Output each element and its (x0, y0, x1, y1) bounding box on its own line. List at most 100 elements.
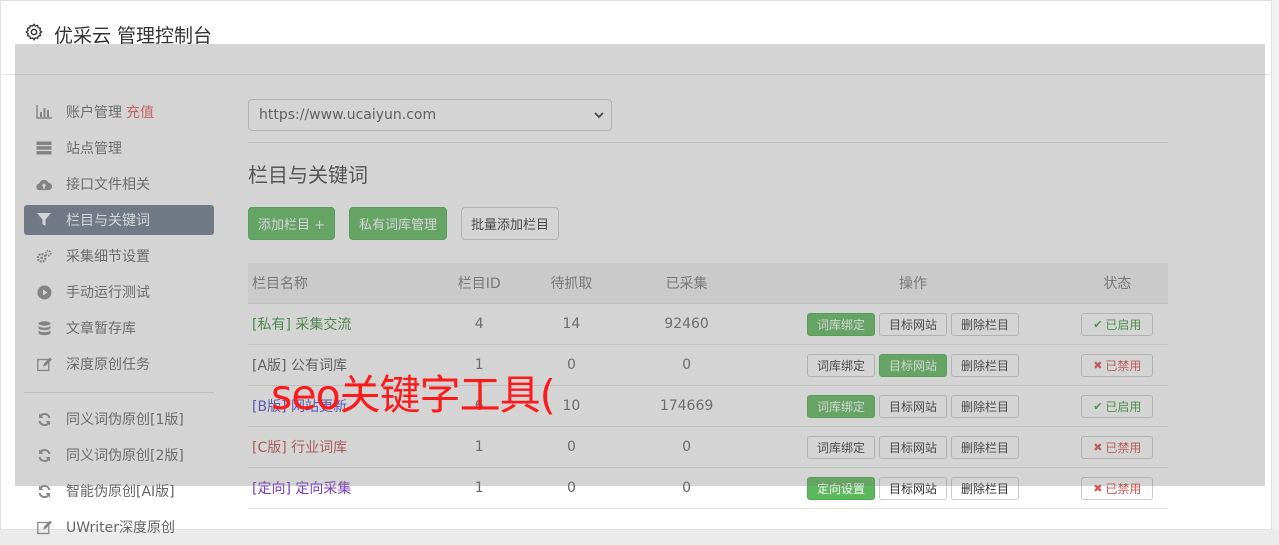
target-site-button[interactable]: 目标网站 (879, 394, 948, 418)
sidebar-item-uwriter[interactable]: UWriter深度原创 (24, 509, 214, 545)
bind-lib-button[interactable]: 词库绑定 (807, 312, 876, 336)
sidebar-item-synonym-v2[interactable]: 同义词伪原创[2版] (24, 437, 214, 473)
section-title: 栏目与关键词 (248, 163, 368, 187)
state-toggle-button[interactable]: ✖ 已禁用 (1081, 435, 1154, 459)
sidebar-item-synonym-v1[interactable]: 同义词伪原创[1版] (24, 401, 214, 437)
target-site-button[interactable]: 目标网站 (879, 476, 948, 500)
sidebar-item-label: 同义词伪原创[2版] (66, 448, 184, 464)
close-icon: ✖ (1093, 440, 1103, 454)
sidebar-item-label: 栏目与关键词 (66, 213, 150, 229)
sidebar-item-label: 手动运行测试 (66, 285, 150, 301)
sidebar-item-label: 智能伪原创[AI版] (66, 484, 175, 500)
state-toggle-button[interactable]: ✔ 已启用 (1081, 312, 1154, 336)
bind-lib-button[interactable]: 词库绑定 (807, 394, 876, 418)
collected-count: 0 (613, 426, 760, 468)
table-row: [C版] 行业词库 1 0 0 词库绑定 目标网站 删除栏目 ✖ 已禁用 (248, 426, 1168, 468)
cloud-upload-icon (36, 176, 52, 192)
column-name-link[interactable]: [C版] 行业词库 (248, 426, 430, 468)
state-label: 已禁用 (1105, 358, 1142, 373)
sidebar-item-sites[interactable]: 站点管理 (24, 130, 214, 166)
delete-column-button[interactable]: 删除栏目 (951, 435, 1020, 459)
column-name-link[interactable]: [私有] 采集交流 (248, 303, 430, 345)
column-id: 1 (429, 426, 530, 468)
bind-lib-button[interactable]: 定向设置 (807, 476, 876, 500)
bind-lib-button[interactable]: 词库绑定 (807, 435, 876, 459)
batch-add-button[interactable]: 批量添加栏目 (461, 207, 560, 240)
header-name: 栏目名称 (248, 263, 430, 304)
sidebar-item-label: UWriter深度原创 (66, 520, 175, 536)
main-content: https://www.ucaiyun.com 栏目与关键词 添加栏目 + 私有… (248, 99, 1168, 509)
table-row: [定向] 定向采集 1 0 0 定向设置 目标网站 删除栏目 ✖ 已禁用 (248, 467, 1168, 509)
state-cell: ✔ 已启用 (1066, 385, 1168, 427)
header-collected: 已采集 (613, 263, 760, 304)
sidebar-item-article-storage[interactable]: 文章暂存库 (24, 310, 214, 346)
sidebar-item-label: 接口文件相关 (66, 177, 150, 193)
sidebar-item-collect-settings[interactable]: 采集细节设置 (24, 238, 214, 274)
table-body: [私有] 采集交流 4 14 92460 词库绑定 目标网站 删除栏目 ✔ 已启用 [A版] 公有… (248, 303, 1168, 509)
column-name-link[interactable]: [A版] 公有词库 (248, 344, 430, 386)
column-name-link[interactable]: [B版] 网站更新 (248, 385, 430, 427)
target-site-button[interactable]: 目标网站 (879, 312, 948, 336)
delete-column-button[interactable]: 删除栏目 (951, 476, 1020, 500)
add-column-button[interactable]: 添加栏目 + (248, 207, 336, 240)
column-name[interactable]: [B版] 网站更新 (252, 399, 347, 415)
collected-count: 174669 (613, 385, 760, 427)
filter-icon (36, 212, 52, 228)
column-name[interactable]: [A版] 公有词库 (252, 358, 347, 374)
server-icon (36, 140, 52, 156)
column-id: 1 (429, 467, 530, 509)
site-select[interactable]: https://www.ucaiyun.com (248, 99, 612, 131)
recharge-link[interactable]: 充值 (126, 102, 154, 122)
ops-cell: 词库绑定 目标网站 删除栏目 (759, 385, 1067, 427)
delete-column-button[interactable]: 删除栏目 (951, 312, 1020, 336)
sidebar-item-deep-original[interactable]: 深度原创任务 (24, 346, 214, 382)
state-toggle-button[interactable]: ✔ 已启用 (1081, 394, 1154, 418)
sidebar-divider (24, 392, 214, 393)
column-name[interactable]: [私有] 采集交流 (252, 317, 351, 333)
column-name[interactable]: [定向] 定向采集 (252, 481, 351, 497)
action-buttons: 添加栏目 + 私有词库管理 批量添加栏目 (248, 207, 1168, 241)
header-pending: 待抓取 (529, 263, 614, 304)
state-toggle-button[interactable]: ✖ 已禁用 (1081, 353, 1154, 377)
collected-count: 0 (613, 467, 760, 509)
pending-count: 10 (529, 385, 614, 427)
scrollbar[interactable] (1272, 0, 1279, 530)
target-site-button[interactable]: 目标网站 (879, 353, 948, 377)
pending-count: 14 (529, 303, 614, 345)
top-header: 优采云 管理控制台 (0, 0, 1270, 75)
table-row: [B版] 网站更新 6 10 174669 词库绑定 目标网站 删除栏目 ✔ 已启用 (248, 385, 1168, 427)
sidebar-item-manual-run[interactable]: 手动运行测试 (24, 274, 214, 310)
edit-icon (36, 519, 52, 535)
sidebar-item-label: 采集细节设置 (66, 249, 150, 265)
bind-lib-button[interactable]: 词库绑定 (807, 353, 876, 377)
delete-column-button[interactable]: 删除栏目 (951, 353, 1020, 377)
refresh-icon (36, 447, 52, 463)
column-name[interactable]: [C版] 行业词库 (252, 440, 347, 456)
header-ops: 操作 (759, 263, 1067, 304)
state-label: 已禁用 (1105, 440, 1142, 455)
target-site-button[interactable]: 目标网站 (879, 435, 948, 459)
state-cell: ✖ 已禁用 (1066, 344, 1168, 386)
sidebar-item-ai-rewrite[interactable]: 智能伪原创[AI版] (24, 473, 214, 509)
sidebar-item-label: 文章暂存库 (66, 321, 136, 337)
sidebar-item-interface-files[interactable]: 接口文件相关 (24, 166, 214, 202)
collected-count: 92460 (613, 303, 760, 345)
column-id: 6 (429, 385, 530, 427)
play-circle-icon (36, 284, 52, 300)
sidebar: 账户管理 充值 站点管理 接口文件相关 栏目与关键词 采集细节设置 手动运行测试 (24, 94, 214, 545)
page-title: 优采云 管理控制台 (54, 25, 213, 47)
private-lib-button[interactable]: 私有词库管理 (349, 207, 448, 240)
column-name-link[interactable]: [定向] 定向采集 (248, 467, 430, 509)
state-toggle-button[interactable]: ✖ 已禁用 (1081, 476, 1154, 500)
sidebar-item-label: 同义词伪原创[1版] (66, 412, 184, 428)
header-state: 状态 (1066, 263, 1168, 304)
sidebar-item-columns-keywords[interactable]: 栏目与关键词 (24, 205, 214, 235)
delete-column-button[interactable]: 删除栏目 (951, 394, 1020, 418)
check-icon: ✔ (1093, 399, 1103, 413)
ops-cell: 词库绑定 目标网站 删除栏目 (759, 303, 1067, 345)
state-cell: ✖ 已禁用 (1066, 467, 1168, 509)
check-icon: ✔ (1093, 317, 1103, 331)
database-icon (36, 320, 52, 336)
sidebar-item-account[interactable]: 账户管理 充值 (24, 94, 214, 130)
state-label: 已启用 (1105, 317, 1142, 332)
